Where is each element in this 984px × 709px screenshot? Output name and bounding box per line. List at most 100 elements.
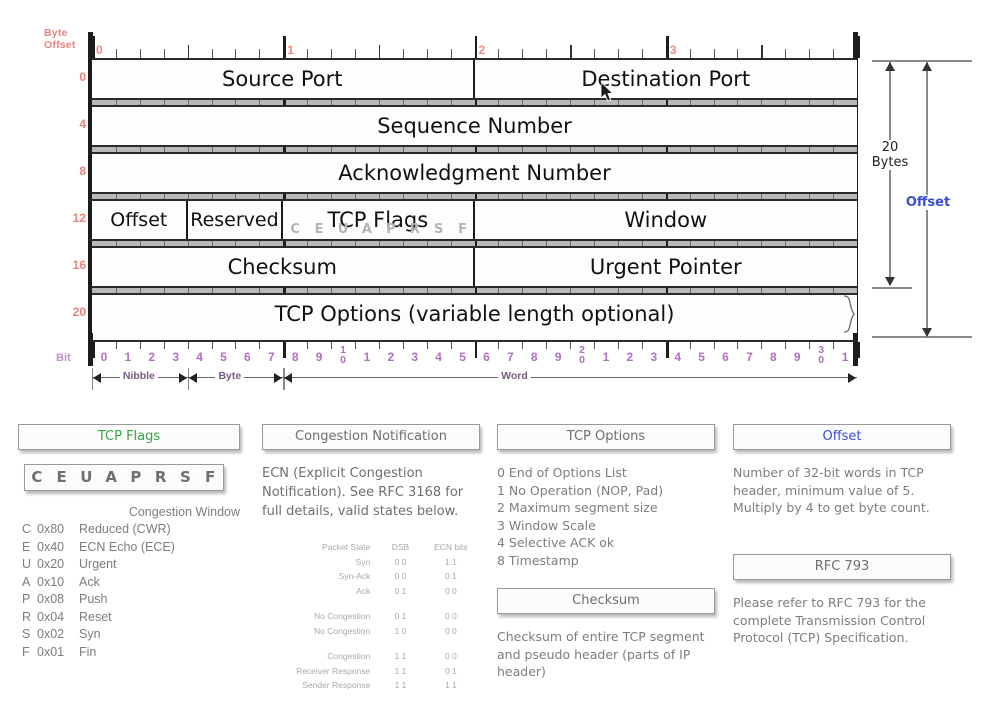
byte-ruler-number: 3 <box>669 43 677 57</box>
ecn-table-cell-ecn: 0 1 <box>444 665 457 676</box>
byte-ruler-tick <box>450 49 452 58</box>
legend-congestion-notification: Congestion Notification ECN (Explicit Co… <box>262 424 480 694</box>
row-separator-tick <box>211 288 213 293</box>
row-separator-tick <box>259 194 261 199</box>
row-separator-tick <box>378 241 380 246</box>
legend-flag-hex: 0x40 <box>37 539 65 554</box>
byte-ruler-tick <box>570 45 572 58</box>
row-separator-tick <box>570 241 572 246</box>
row-separator-tick <box>689 194 691 199</box>
tcp-flag-letter: C <box>290 222 300 237</box>
legend-tcp-option-item: 1 No Operation (NOP, Pad) <box>497 482 664 498</box>
ecn-table-cell-state: No Congestion <box>314 625 371 636</box>
byte-ruler-tick <box>474 36 478 58</box>
ecn-table-row: Syn-Ack 0 0 0 1 <box>264 570 478 583</box>
row-separator-tick <box>307 288 309 293</box>
byte-ruler-tick <box>331 49 333 58</box>
row-separator-tick <box>689 147 691 152</box>
legend-flag-key: U <box>22 557 32 571</box>
row-separator-tick <box>594 288 596 293</box>
row-separator-tick <box>737 194 739 199</box>
row-separator-tick <box>283 241 286 246</box>
bit-ruler-tick <box>331 342 333 349</box>
row-separator-tick <box>498 288 500 293</box>
legend-checksum-body: Checksum of entire TCP segment and pseud… <box>497 629 705 679</box>
legend-flag-row: R 0x04 Reset <box>22 609 240 627</box>
bit-axis-label: Bit <box>56 352 71 364</box>
byte-ruler-tick <box>163 49 165 58</box>
ecn-table-row: Syn 0 0 1 1 <box>264 556 478 569</box>
byte-offset-label-line1: Byte <box>44 27 68 39</box>
row-separator-tick <box>474 147 477 152</box>
legend-tcp-flags-title: TCP Flags <box>18 424 240 450</box>
byte-ruler-tick <box>307 49 309 58</box>
row-separator-tick <box>522 241 524 246</box>
legend-flag-key: R <box>22 609 32 624</box>
row-separator-tick <box>641 194 643 199</box>
ecn-table-cell-state: Receiver Response <box>296 665 371 676</box>
header-field-acknowledgment-number: Acknowledgment Number <box>338 161 611 185</box>
row-separator-tick <box>498 100 500 105</box>
row-separator-tick <box>665 194 669 199</box>
row-separator-tick <box>259 288 261 293</box>
legend-checksum-title: Checksum <box>497 588 715 614</box>
row-separator-tick <box>522 147 524 152</box>
byte-ruler-tick <box>594 49 596 58</box>
bit-ruler-tick <box>761 342 763 349</box>
bit-ruler-tick <box>187 342 189 349</box>
row-separator-tick <box>498 241 500 246</box>
row-separator-tick <box>450 147 452 152</box>
ecn-table-cell-state: Sender Response <box>302 680 371 690</box>
row-separator-tick <box>617 288 619 293</box>
row-separator-tick <box>331 147 333 152</box>
bit-ruler-number: 2 <box>148 350 156 364</box>
row-separator-tick <box>546 147 548 152</box>
row-separator-tick <box>331 288 333 293</box>
row-separator-tick <box>833 100 835 105</box>
row-separator-tick <box>115 147 117 152</box>
byte-ruler-tick <box>785 49 787 58</box>
bit-ruler-number: 1 <box>363 350 371 364</box>
row-separator-tick <box>546 288 548 293</box>
bit-ruler-number: 9 <box>793 350 801 364</box>
row-separator-tick <box>402 147 404 152</box>
legend-flag-desc: ECN Echo (ECE) <box>79 539 175 554</box>
legend-flag-key: C <box>22 522 32 536</box>
row-separator-tick <box>283 194 286 199</box>
ecn-table-row: No Congestion 0 1 0 0 <box>264 610 478 623</box>
row-separator-tick <box>809 241 811 246</box>
byte-offset-value: 8 <box>79 164 86 178</box>
legend-flag-hex: 0x80 <box>37 522 65 536</box>
bit-ruler-number: 3 <box>650 350 658 364</box>
tcp-flag-letter: F <box>458 222 467 237</box>
tcp-flag-letter: R <box>409 222 420 237</box>
bit-ruler-tick <box>402 342 404 349</box>
row-separator-tick <box>594 100 596 105</box>
bit-ruler-number: 7 <box>267 350 275 364</box>
bit-ruler-tick <box>641 342 643 349</box>
byte-offset-value: 16 <box>72 258 86 272</box>
bit-ruler-number: 6 <box>722 350 729 364</box>
ecn-table-cell-ecn: 0 0 <box>444 585 457 596</box>
row-separator-tick <box>211 194 213 199</box>
row-separator-tick <box>737 147 739 152</box>
bit-ruler-number: 1 <box>124 350 132 364</box>
row-separator-ruler <box>92 286 857 295</box>
header-row: Checksum Urgent Pointer <box>92 248 857 286</box>
row-separator-tick <box>187 100 189 105</box>
byte-ruler-tick <box>665 36 669 58</box>
tcp-header-diagram: Byte Offset Bit 0123 0 Source Port Destina… <box>0 0 984 410</box>
bit-ruler-tick <box>546 342 548 349</box>
row-separator-tick <box>785 147 787 152</box>
ecn-table-cell-state: Syn <box>355 556 371 567</box>
scale-label: Word <box>498 370 531 382</box>
legend-flag-row: C 0x80 Reduced (CWR) <box>22 521 240 539</box>
row-separator-tick <box>354 100 356 105</box>
row-separator-tick <box>402 100 404 105</box>
legend-flag-letter: R <box>154 468 168 486</box>
row-separator-tick <box>450 241 452 246</box>
row-separator-tick <box>307 194 309 199</box>
ecn-table-cell-dsb: 1 1 <box>394 680 407 690</box>
ecn-table-cell-dsb: 0 1 <box>394 585 407 596</box>
header-row: Offset Reserved TCP Flags Window <box>92 201 857 239</box>
